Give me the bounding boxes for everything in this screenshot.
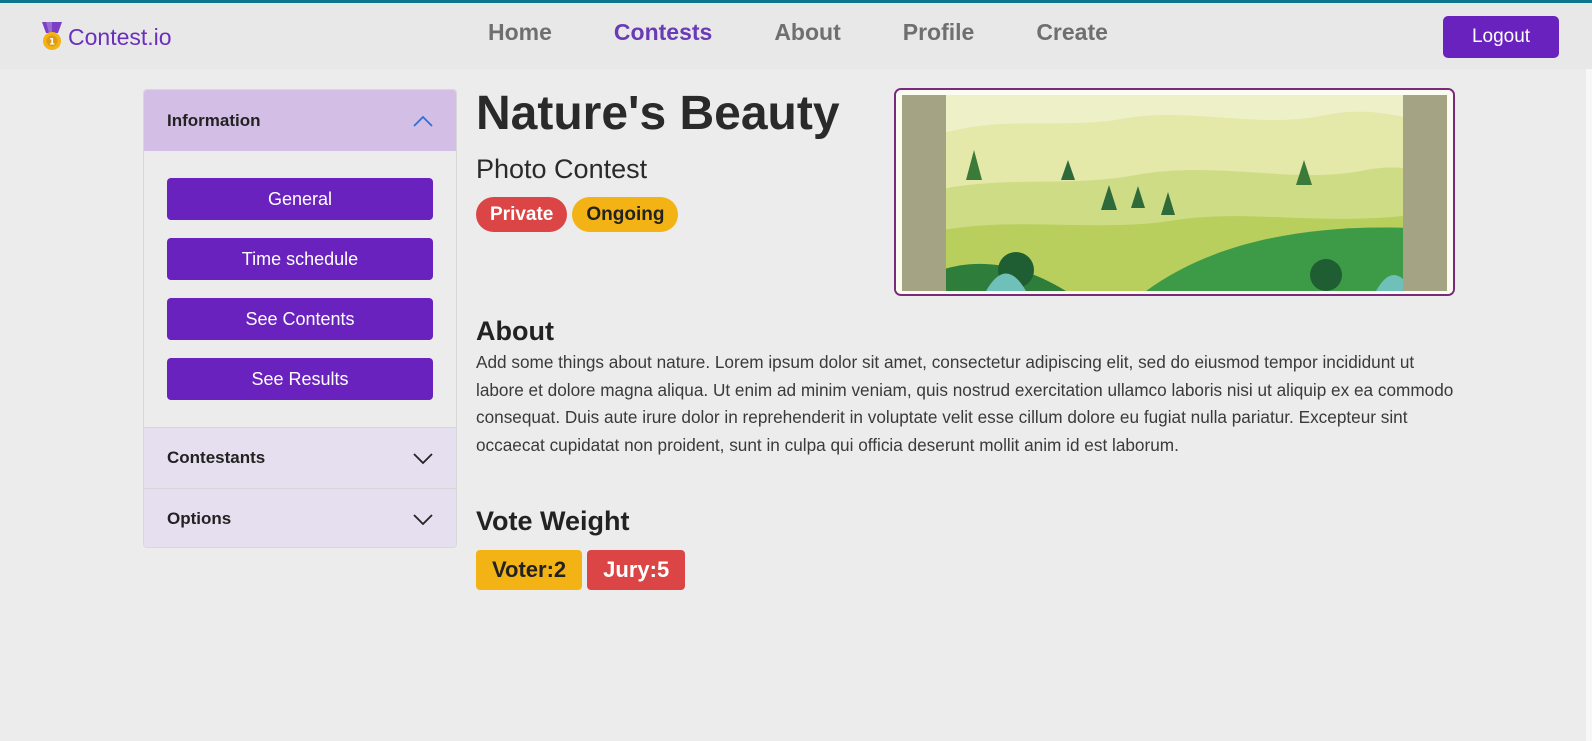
window-edge bbox=[1586, 69, 1592, 741]
chevron-down-icon bbox=[413, 453, 433, 465]
status-badge: Ongoing bbox=[572, 197, 679, 232]
about-description: Add some things about nature. Lorem ipsu… bbox=[476, 352, 1454, 455]
accordion-information-header[interactable]: Information bbox=[144, 90, 456, 151]
accordion-information-title: Information bbox=[167, 110, 261, 130]
accordion-options-header[interactable]: Options bbox=[144, 488, 456, 547]
see-contents-button[interactable]: See Contents bbox=[167, 298, 433, 340]
contest-sidebar: Information General Time schedule See Co… bbox=[143, 89, 457, 548]
medal-icon: 1 bbox=[42, 22, 62, 50]
contest-cover-image bbox=[894, 88, 1455, 296]
nav-home[interactable]: Home bbox=[488, 19, 552, 46]
nav-about[interactable]: About bbox=[774, 19, 840, 46]
logout-button[interactable]: Logout bbox=[1443, 16, 1559, 58]
nav-contests[interactable]: Contests bbox=[614, 19, 712, 46]
voter-weight-badge: Voter:2 bbox=[476, 550, 583, 590]
accordion-information-body: General Time schedule See Contents See R… bbox=[144, 151, 456, 427]
contest-title: Nature's Beauty bbox=[476, 87, 840, 140]
chevron-up-icon bbox=[413, 115, 433, 127]
contest-type: Photo Contest bbox=[476, 154, 648, 184]
vote-weight-heading: Vote Weight bbox=[476, 506, 630, 536]
svg-text:1: 1 bbox=[49, 38, 55, 48]
chevron-down-icon bbox=[413, 514, 433, 526]
nav-create[interactable]: Create bbox=[1036, 19, 1108, 46]
accordion-contestants-title: Contestants bbox=[167, 448, 266, 467]
jury-weight-badge: Jury:5 bbox=[587, 550, 686, 590]
brand[interactable]: 1 Contest.io bbox=[40, 21, 172, 53]
visibility-badge: Private bbox=[476, 197, 568, 232]
main-nav: Home Contests About Profile Create bbox=[488, 19, 1170, 46]
nature-landscape-illustration bbox=[896, 90, 1453, 294]
accordion-options-title: Options bbox=[167, 509, 232, 528]
time-schedule-button[interactable]: Time schedule bbox=[167, 238, 433, 280]
nav-profile[interactable]: Profile bbox=[903, 19, 975, 46]
contest-badges: Private Ongoing bbox=[476, 197, 683, 232]
navbar: 1 Contest.io Home Contests About Profile… bbox=[0, 3, 1592, 69]
about-heading: About bbox=[476, 316, 554, 346]
brand-name: Contest.io bbox=[68, 23, 172, 50]
general-button[interactable]: General bbox=[167, 178, 433, 220]
see-results-button[interactable]: See Results bbox=[167, 358, 433, 400]
accordion-contestants-header[interactable]: Contestants bbox=[144, 427, 456, 488]
vote-weights: Voter:2 Jury:5 bbox=[476, 550, 690, 590]
